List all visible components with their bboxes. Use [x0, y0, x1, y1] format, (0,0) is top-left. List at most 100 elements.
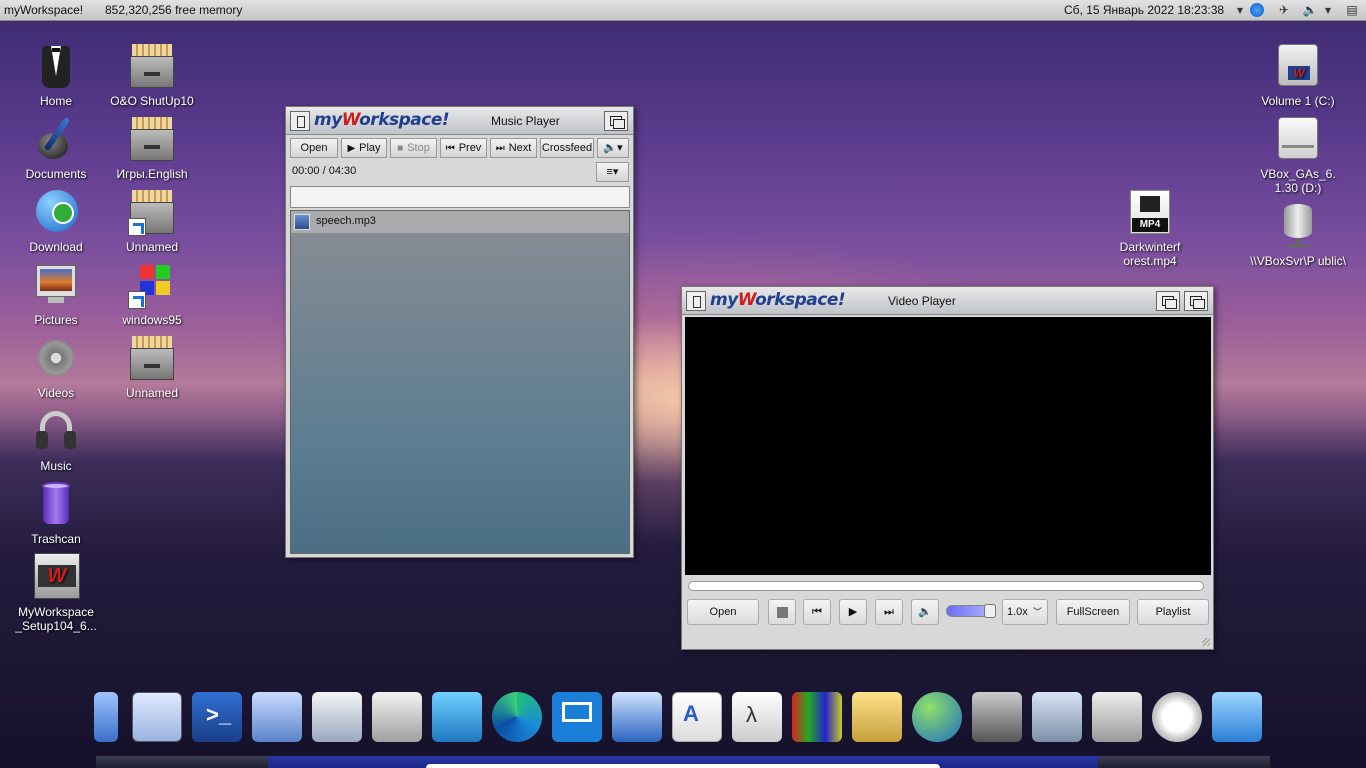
video-area[interactable]	[685, 317, 1211, 575]
desktop-icon-trashcan[interactable]: Trashcan	[8, 480, 104, 546]
winrar-icon[interactable]	[792, 692, 842, 742]
powershell-icon[interactable]: >_	[192, 692, 242, 742]
video-seek-bar[interactable]	[688, 581, 1204, 591]
edge-browser-icon[interactable]	[492, 692, 542, 742]
desktop-icon-pictures[interactable]: Pictures	[8, 261, 104, 327]
resize-grip-icon[interactable]	[1202, 638, 1210, 646]
next-button[interactable]: ⏭	[875, 599, 903, 625]
toolbox-icon[interactable]	[1032, 692, 1082, 742]
minimize-button[interactable]	[1156, 291, 1180, 311]
window-menu-button[interactable]	[686, 291, 706, 311]
volume-menu-button[interactable]: 🔈▾	[597, 138, 629, 158]
video-player-window[interactable]: myWorkspace! Video Player Open ⏮ ▶ ⏭ 🔈 1…	[681, 286, 1214, 650]
desktop-icon-label: Darkwinterf orest.mp4	[1119, 240, 1181, 268]
desktop-icon-windows95[interactable]: windows95	[104, 261, 200, 327]
desktop-icon-vbox-gas[interactable]: VBox_GAs_6. 1.30 (D:)	[1250, 115, 1346, 195]
search-screen-icon[interactable]	[1212, 692, 1262, 742]
prev-button[interactable]: ⏮ Prev	[440, 138, 487, 158]
desktop-icon-music[interactable]: Music	[8, 407, 104, 473]
desktop-file-darkwinterforest[interactable]: MP4 Darkwinterf orest.mp4	[1102, 188, 1198, 268]
fax-printer-icon[interactable]	[372, 692, 422, 742]
desktop-icon-label: Download	[29, 240, 83, 254]
task-list-icon[interactable]	[312, 692, 362, 742]
stop-button[interactable]: ■ Stop	[390, 138, 437, 158]
globe-download-icon	[32, 188, 80, 236]
network-disconnect-icon[interactable]	[612, 692, 662, 742]
playlist-button[interactable]: Playlist	[1137, 599, 1209, 625]
volume-icon: 🔈	[918, 606, 932, 618]
speed-select[interactable]: 1.0x ﹀	[1002, 599, 1048, 625]
desktop-icon-videos[interactable]: Videos	[8, 334, 104, 400]
volume-slider[interactable]	[946, 604, 996, 618]
airplane-icon[interactable]: ✈	[1276, 2, 1292, 18]
chevron-down-icon[interactable]: ▾	[1320, 2, 1336, 18]
desktop-icon-download[interactable]: Download	[8, 188, 104, 254]
file-cabinet-icon	[128, 115, 176, 163]
next-button[interactable]: ⏭ Next	[490, 138, 537, 158]
desktop-icon-unnamed-shortcut[interactable]: Unnamed	[104, 188, 200, 254]
stop-button[interactable]	[768, 599, 796, 625]
stop-icon: ■	[397, 143, 404, 154]
lambda-icon[interactable]: λ	[732, 692, 782, 742]
clock[interactable]: Сб, 15 Январь 2022 18:23:38	[1064, 3, 1224, 17]
playlist-item[interactable]: speech.mp3	[291, 211, 629, 233]
open-button[interactable]: Open	[687, 599, 759, 625]
server-icon[interactable]	[94, 692, 118, 742]
text-document-icon[interactable]: A	[672, 692, 722, 742]
globe-icon[interactable]	[1250, 3, 1264, 17]
play-button[interactable]: ▶ Play	[341, 138, 387, 158]
volume-icon[interactable]: 🔈	[1302, 2, 1318, 18]
internet-security-icon[interactable]	[912, 692, 962, 742]
open-button[interactable]: Open	[290, 138, 338, 158]
music-player-titlebar[interactable]: myWorkspace! Music Player	[286, 107, 633, 135]
crossfeed-button[interactable]: Crossfeed	[540, 138, 594, 158]
remote-desktop-icon[interactable]	[552, 692, 602, 742]
installer-icon: W	[32, 553, 80, 601]
window-menu-button[interactable]	[290, 111, 310, 131]
fullscreen-button[interactable]: FullScreen	[1056, 599, 1130, 625]
desktop-icon-label: \\VBoxSvr\P ublic\	[1250, 254, 1346, 268]
next-icon: ⏭	[495, 143, 505, 154]
shortcut-arrow-icon	[128, 218, 146, 236]
prev-button[interactable]: ⏮	[803, 599, 831, 625]
video-player-titlebar[interactable]: myWorkspace! Video Player	[682, 287, 1213, 315]
blocks-icon[interactable]	[432, 692, 482, 742]
memory-chip-icon[interactable]	[972, 692, 1022, 742]
playlist-menu-button[interactable]: ≡▾	[596, 162, 629, 182]
seek-bar[interactable]	[290, 186, 630, 208]
memory-status: 852,320,256 free memory	[105, 3, 243, 17]
drive-tools-icon[interactable]	[852, 692, 902, 742]
restore-button[interactable]	[1184, 291, 1208, 311]
performance-monitor-icon[interactable]	[132, 692, 182, 742]
prev-icon: ⏮	[812, 606, 822, 618]
desktop-icon-label: Trashcan	[31, 532, 81, 546]
desktop-icon-label: Pictures	[34, 313, 78, 327]
play-button[interactable]: ▶	[839, 599, 867, 625]
gauge-icon[interactable]	[1152, 692, 1202, 742]
desktop-icon-vboxsvr-public[interactable]: \\VBoxSvr\P ublic\	[1250, 202, 1346, 268]
desktop-icon-documents[interactable]: Documents	[8, 115, 104, 181]
volume-icon: 🔈▾	[603, 142, 623, 154]
desktop-icon-myworkspace-setup[interactable]: W MyWorkspace _Setup104_6...	[8, 553, 104, 633]
desktop-icon-unnamed[interactable]: Unnamed	[104, 334, 200, 400]
music-player-window[interactable]: myWorkspace! Music Player Open ▶ Play ■ St…	[285, 106, 634, 558]
chevron-down-icon[interactable]: ▾	[1232, 2, 1248, 18]
tuxedo-icon	[32, 42, 80, 90]
system-info-icon[interactable]	[252, 692, 302, 742]
cd-drive-icon[interactable]	[1092, 692, 1142, 742]
restore-button[interactable]	[604, 111, 628, 131]
file-cabinet-icon	[128, 334, 176, 382]
desktop-icon-home[interactable]: Home	[8, 42, 104, 108]
desktop-icon-igry-english[interactable]: Игры.English	[104, 115, 200, 181]
desktop-icon-volume-c[interactable]: W Volume 1 (C:)	[1250, 42, 1346, 108]
desktop-icon-label: Videos	[37, 386, 75, 400]
volume-slider-thumb[interactable]	[984, 604, 996, 618]
app-name[interactable]: myWorkspace!	[4, 3, 83, 17]
menu-icon[interactable]: ▤	[1344, 2, 1360, 18]
mute-button[interactable]: 🔈	[911, 599, 939, 625]
monitor-picture-icon	[32, 261, 80, 309]
optical-drive-icon	[1274, 115, 1322, 163]
desktop-icon-label: MyWorkspace _Setup104_6...	[15, 605, 97, 633]
bottom-bar-pill[interactable]	[426, 764, 940, 768]
desktop-icon-oo-shutup10[interactable]: O&O ShutUp10	[104, 42, 200, 108]
